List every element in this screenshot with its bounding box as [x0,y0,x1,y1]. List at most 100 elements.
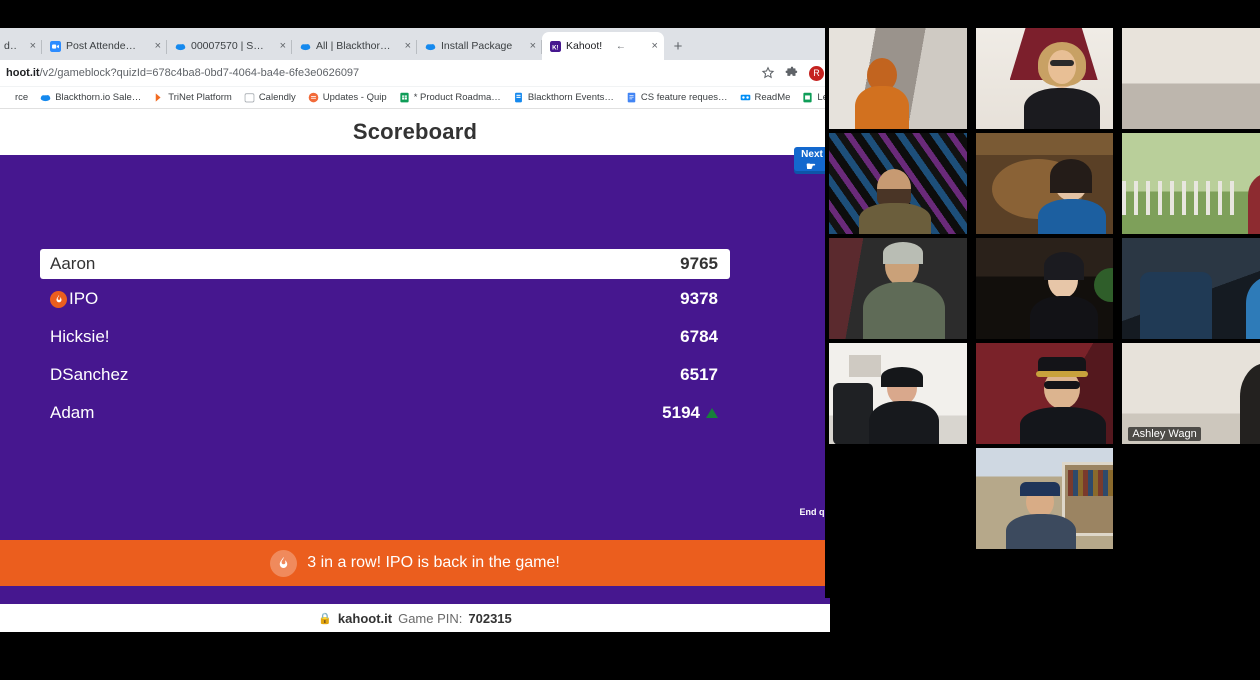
bookmark-item[interactable]: rce [0,92,34,103]
participant-tile[interactable] [829,133,967,234]
tab-label: All | Blackthorn Logs | Salesfo [316,40,392,52]
bookmark-item[interactable]: CS feature reques… [620,92,734,103]
game-pin-value: 702315 [468,610,512,626]
browser-address-bar[interactable]: hoot.it/v2/gameblock?quizId=678c4ba8-0bd… [0,60,830,87]
bookmark-label: * Product Roadma… [413,92,501,103]
person-silhouette [869,401,939,444]
tab-close-icon[interactable]: × [272,40,286,52]
page-title: Scoreboard [352,119,478,144]
sheets-icon [400,92,409,103]
person-silhouette [855,86,909,129]
participant-tile[interactable] [829,343,967,444]
zoom-video-grid: Ashley Wagn [825,28,1260,598]
player-name: Aaron [50,254,96,273]
table-row: DSanchez 6517 [40,357,730,393]
person-silhouette [1029,296,1098,339]
tab-close-icon[interactable]: × [147,40,161,52]
flame-icon [50,290,67,308]
scoreboard-list: Aaron 9765 IPO 9378 Hicksie! 6784 DSanch… [40,249,730,433]
browser-tab-post-attendee-zoom[interactable]: Post Attendee - Zoom × [42,32,167,60]
profile-avatar[interactable]: R [809,65,824,81]
video-row [825,133,1260,238]
tab-close-icon[interactable]: × [522,40,536,52]
bookmark-label: CS feature reques… [640,92,728,103]
salesforce-icon [40,95,51,102]
participant-tile[interactable] [829,28,967,129]
hair [883,242,923,264]
url-text[interactable]: hoot.it/v2/gameblock?quizId=678c4ba8-0bd… [6,67,753,79]
browser-tab-install-package[interactable]: Install Package × [417,32,542,60]
streak-message: 3 in a row! IPO is back in the game! [307,554,560,571]
bookmark-item[interactable]: Blackthorn Events… [507,92,620,103]
bookmark-item[interactable]: Calendly [238,92,302,103]
kahoot-icon: K! [550,40,561,52]
bookmark-label: Blackthorn Events… [527,92,614,103]
extensions-puzzle-icon[interactable] [785,66,799,80]
bookmark-item[interactable]: Blackthorn.io Sale… [34,92,147,103]
table-row: Adam 5194 [40,395,730,431]
video-feed [1122,28,1260,129]
face [1047,50,1076,84]
salesforce-icon [0,92,11,103]
bookmark-item[interactable]: TriNet Platform [147,92,238,103]
participant-name-label: Ashley Wagn [1128,427,1201,441]
kahoot-header: Scoreboard [0,109,830,155]
tab-label: Post Attendee - Zoom [66,40,142,52]
blackthorn-icon [514,92,522,103]
table-row: Aaron 9765 [40,249,730,279]
tab-label: dar [4,40,17,52]
participant-tile[interactable] [1122,28,1260,129]
participant-tile[interactable] [1122,238,1260,339]
new-tab-button[interactable]: + [664,32,692,60]
bookmark-item[interactable]: ReadMe [734,92,797,103]
score-value: 9378 [680,289,718,308]
tab-close-icon[interactable]: × [22,40,36,52]
bookmark-item[interactable]: Updates - Quip [302,92,393,103]
address-bar-icons: R [753,65,824,81]
participant-tile[interactable] [829,238,967,339]
participant-tile[interactable] [975,133,1114,234]
lock-icon: 🔒 [318,612,332,625]
tab-back-icon[interactable]: ← [616,41,630,52]
browser-tab-kahoot[interactable]: K! Kahoot! ← × [542,32,664,60]
table-row: IPO 9378 [40,281,730,317]
player-score: 5194 [662,403,718,423]
player-score: 9378 [680,289,718,309]
railing [1122,181,1243,215]
bookmark-label: TriNet Platform [168,92,232,103]
participant-tile[interactable] [975,448,1114,549]
next-button-label: Next [801,149,823,160]
browser-tab-calendar[interactable]: dar × [0,32,42,60]
browser-tab-blackthorn-logs[interactable]: All | Blackthorn Logs | Salesfo × [292,32,417,60]
tab-label: Kahoot! [566,40,603,52]
sunglasses-icon [1043,381,1080,389]
tab-close-icon[interactable]: × [397,40,411,52]
participant-tile-active-speaker[interactable]: Ashley Wagn [1122,343,1260,444]
participant-tile[interactable] [1122,133,1260,234]
participant-tile[interactable] [975,343,1114,444]
player-score: 6784 [680,327,718,347]
video-row [825,238,1260,343]
kahoot-domain: kahoot.it [337,610,393,626]
shelf [849,355,881,377]
flame-icon [270,549,298,577]
bookmark-label: Updates - Quip [322,92,387,103]
score-value: 5194 [662,403,700,422]
participant-tile[interactable] [975,28,1114,129]
books [1067,470,1114,496]
star-icon[interactable] [761,66,775,80]
bookmark-label: Blackthorn.io Sale… [55,92,142,103]
readme-icon [740,94,750,101]
empty-slot [829,448,967,549]
browser-window: dar × Post Attendee - Zoom × 00007570 | … [0,28,830,632]
salesforce-icon [300,43,311,50]
participant-tile[interactable] [975,238,1114,339]
person-silhouette [1019,407,1106,444]
bookmark-item[interactable]: * Product Roadma… [393,92,507,103]
tab-close-icon[interactable]: × [644,40,658,52]
player-name: IPO [69,289,99,308]
rank-up-triangle-icon [706,408,718,418]
bookmark-label: Calendly [258,92,296,103]
hat-band [1035,371,1088,377]
browser-tab-salesforce-case[interactable]: 00007570 | Salesforce × [167,32,292,60]
